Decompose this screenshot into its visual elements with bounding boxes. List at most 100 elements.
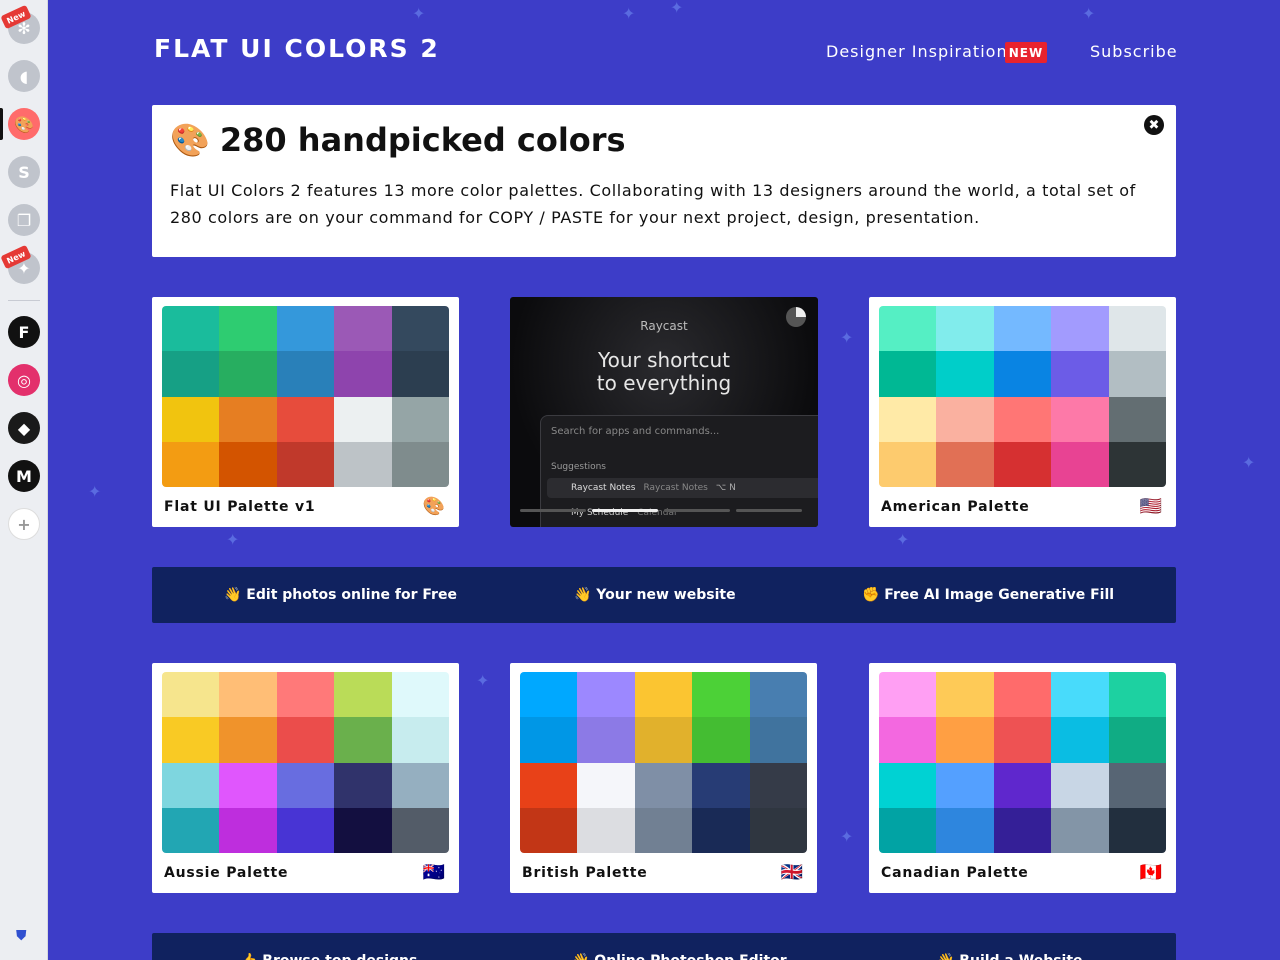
color-swatch[interactable] (1051, 441, 1109, 487)
color-swatch[interactable] (936, 396, 994, 442)
color-swatch[interactable] (334, 762, 392, 808)
color-swatch[interactable] (634, 762, 693, 808)
color-swatch[interactable] (993, 351, 1052, 397)
color-swatch[interactable] (391, 306, 449, 352)
color-swatch[interactable] (993, 717, 1052, 763)
color-swatch[interactable] (749, 672, 807, 718)
raycast-ad[interactable]: Raycast Your shortcut to everything Sear… (510, 297, 818, 527)
palette-card-flat-ui-v1[interactable]: Flat UI Palette v1 🎨 (152, 297, 459, 527)
color-swatch[interactable] (936, 306, 994, 352)
color-swatch[interactable] (219, 672, 277, 718)
color-swatch[interactable] (1108, 717, 1166, 763)
color-swatch[interactable] (1051, 351, 1109, 397)
color-swatch[interactable] (391, 441, 449, 487)
color-swatch[interactable] (577, 717, 635, 763)
color-swatch[interactable] (993, 441, 1052, 487)
color-swatch[interactable] (219, 762, 277, 808)
color-swatch[interactable] (936, 441, 994, 487)
shield-icon[interactable]: ⛊ (16, 928, 27, 944)
color-swatch[interactable] (162, 351, 220, 397)
color-swatch[interactable] (162, 672, 220, 718)
color-swatch[interactable] (879, 762, 937, 808)
color-swatch[interactable] (879, 672, 937, 718)
color-swatch[interactable] (634, 807, 693, 853)
color-swatch[interactable] (692, 807, 750, 853)
flat-ui-colors-icon[interactable]: 🎨 (8, 108, 40, 140)
palette-card-canadian[interactable]: Canadian Palette 🇨🇦 (869, 663, 1176, 893)
color-swatch[interactable] (391, 351, 449, 397)
color-swatch[interactable] (1108, 807, 1166, 853)
color-swatch[interactable] (276, 672, 335, 718)
creative-cloud-icon[interactable]: ◎ (8, 364, 40, 396)
color-swatch[interactable] (577, 672, 635, 718)
color-swatch[interactable] (879, 441, 937, 487)
color-swatch[interactable] (1108, 351, 1166, 397)
color-swatch[interactable] (162, 396, 220, 442)
app-2-icon[interactable]: ◖ (8, 60, 40, 92)
add-app-icon[interactable]: + (8, 508, 40, 540)
color-swatch[interactable] (276, 441, 335, 487)
color-swatch[interactable] (1051, 717, 1109, 763)
color-swatch[interactable] (879, 396, 937, 442)
color-swatch[interactable] (219, 306, 277, 352)
app-red-icon[interactable]: ◆ (8, 412, 40, 444)
color-swatch[interactable] (1108, 306, 1166, 352)
color-swatch[interactable] (1051, 807, 1109, 853)
app-m-icon[interactable]: M (8, 460, 40, 492)
color-swatch[interactable] (334, 441, 392, 487)
color-swatch[interactable] (162, 441, 220, 487)
color-swatch[interactable] (1108, 762, 1166, 808)
ad-dot-active[interactable] (592, 509, 658, 512)
color-swatch[interactable] (692, 672, 750, 718)
color-swatch[interactable] (219, 441, 277, 487)
color-swatch[interactable] (162, 762, 220, 808)
color-swatch[interactable] (276, 762, 335, 808)
palette-card-british[interactable]: British Palette 🇬🇧 (510, 663, 817, 893)
color-swatch[interactable] (749, 717, 807, 763)
color-swatch[interactable] (520, 717, 578, 763)
color-swatch[interactable] (334, 306, 392, 352)
color-swatch[interactable] (879, 717, 937, 763)
color-swatch[interactable] (219, 396, 277, 442)
color-swatch[interactable] (334, 351, 392, 397)
color-swatch[interactable] (879, 807, 937, 853)
color-swatch[interactable] (634, 717, 693, 763)
color-swatch[interactable] (993, 396, 1052, 442)
color-swatch[interactable] (391, 396, 449, 442)
palette-card-american[interactable]: American Palette 🇺🇸 (869, 297, 1176, 527)
ad-dot[interactable] (520, 509, 586, 512)
color-swatch[interactable] (334, 396, 392, 442)
color-swatch[interactable] (276, 807, 335, 853)
color-swatch[interactable] (577, 807, 635, 853)
color-swatch[interactable] (276, 306, 335, 352)
color-swatch[interactable] (936, 762, 994, 808)
sponsor-link-photoshop[interactable]: 👋 Online Photoshop Editor (572, 933, 787, 960)
color-swatch[interactable] (162, 717, 220, 763)
color-swatch[interactable] (520, 762, 578, 808)
color-swatch[interactable] (692, 762, 750, 808)
color-swatch[interactable] (1108, 672, 1166, 718)
color-swatch[interactable] (219, 351, 277, 397)
color-swatch[interactable] (1051, 762, 1109, 808)
color-swatch[interactable] (993, 807, 1052, 853)
brand-logo[interactable]: FLAT UI COLORS 2 (154, 34, 440, 63)
color-swatch[interactable] (334, 807, 392, 853)
color-swatch[interactable] (993, 306, 1052, 352)
color-swatch[interactable] (993, 762, 1052, 808)
color-swatch[interactable] (993, 672, 1052, 718)
color-swatch[interactable] (936, 672, 994, 718)
color-swatch[interactable] (936, 807, 994, 853)
color-swatch[interactable] (162, 306, 220, 352)
color-swatch[interactable] (520, 672, 578, 718)
color-swatch[interactable] (276, 351, 335, 397)
sponsor-link-ai-fill[interactable]: ✊ Free AI Image Generative Fill (862, 567, 1114, 623)
color-swatch[interactable] (334, 717, 392, 763)
color-swatch[interactable] (219, 717, 277, 763)
color-swatch[interactable] (520, 807, 578, 853)
color-swatch[interactable] (1108, 441, 1166, 487)
subscribe-link[interactable]: Subscribe (1090, 42, 1178, 61)
color-swatch[interactable] (879, 306, 937, 352)
ad-dot[interactable] (664, 509, 730, 512)
color-swatch[interactable] (276, 717, 335, 763)
color-swatch[interactable] (936, 717, 994, 763)
